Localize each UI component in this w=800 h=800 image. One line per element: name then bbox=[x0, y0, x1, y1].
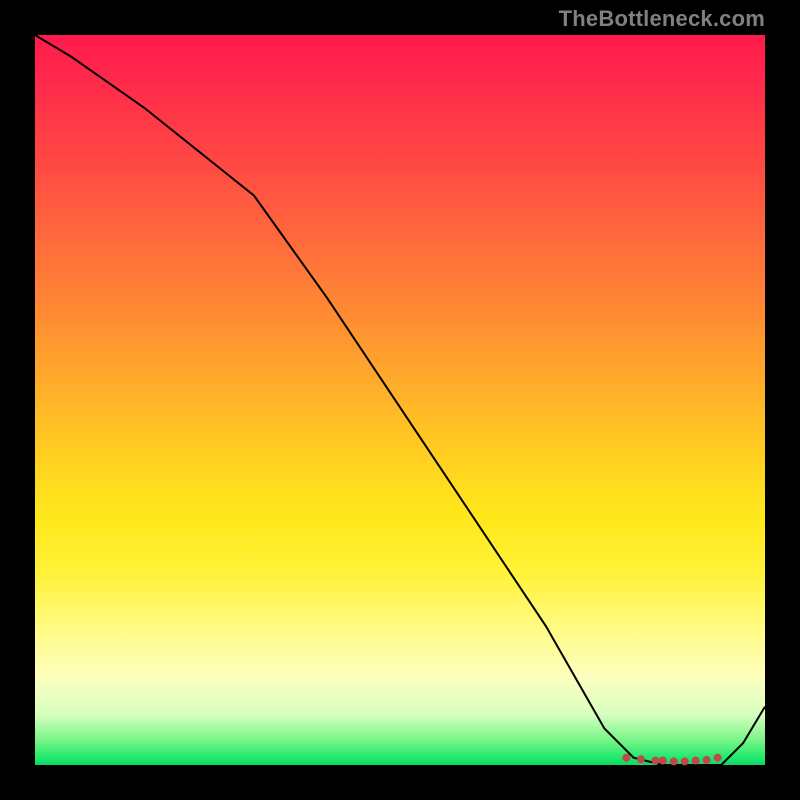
chart-frame: TheBottleneck.com bbox=[0, 0, 800, 800]
watermark-text: TheBottleneck.com bbox=[559, 6, 765, 32]
chart-gradient-background bbox=[35, 35, 765, 765]
